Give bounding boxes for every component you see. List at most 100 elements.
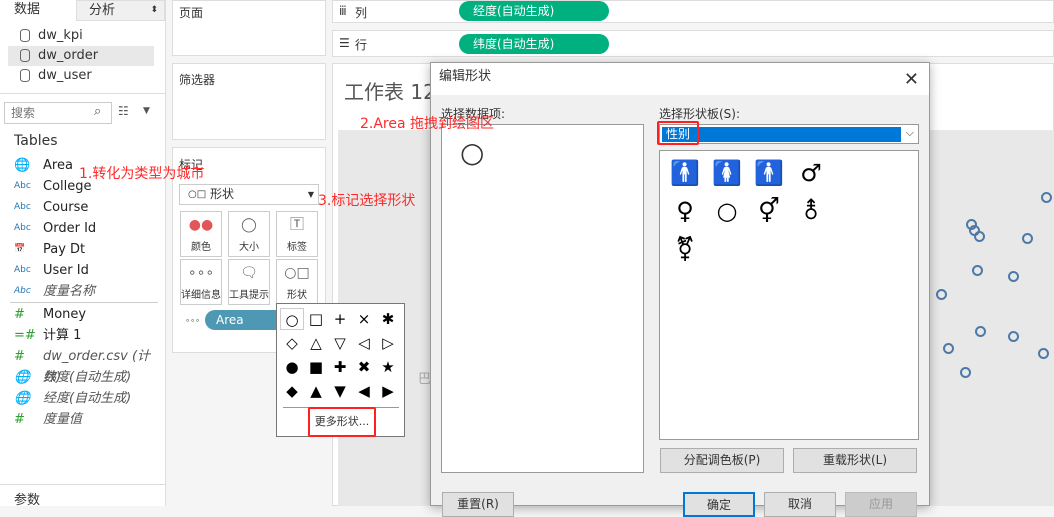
field-item[interactable]: 🌐 纬度(自动生成) (0, 367, 160, 388)
label-icon: 🅃 (290, 217, 304, 233)
shape-option[interactable]: ▽ (328, 332, 352, 354)
field-item[interactable]: # dw_order.csv (计数) (0, 346, 160, 385)
palette-shape[interactable]: ♀ (670, 197, 700, 225)
number-type-icon: # (14, 307, 25, 322)
marks-color-button[interactable]: ●● 颜色 (180, 211, 222, 257)
field-item[interactable]: =# 计算 1 (0, 325, 160, 346)
map-point[interactable] (972, 265, 983, 276)
shape-option[interactable]: ■ (304, 356, 328, 378)
tab-data[interactable]: 数据 (0, 0, 75, 21)
field-label: 度量值 (43, 412, 83, 427)
datasource-item[interactable]: dw_user (8, 66, 154, 86)
annotation-2: 2.Area 拖拽到绘图区 (360, 116, 495, 132)
longitude-pill[interactable]: 经度(自动生成) (459, 1, 609, 21)
shape-option[interactable]: ✖ (352, 356, 376, 378)
palette-shape[interactable]: 🚹 (754, 159, 784, 187)
palette-shape[interactable]: ⚨ (796, 197, 826, 225)
palette-shapes[interactable]: 🚹 🚺 🚹 ♂ ♀ ○ ⚥ ⚨ ⚧ (659, 150, 919, 440)
marks-size-button[interactable]: ◯ 大小 (228, 211, 270, 257)
ok-button[interactable]: 确定 (683, 492, 755, 517)
map-point[interactable] (936, 289, 947, 300)
shape-option[interactable]: ▼ (328, 380, 352, 402)
columns-shelf: ⅲ 列 经度(自动生成) (332, 0, 1054, 23)
shape-option[interactable]: △ (304, 332, 328, 354)
shape-option[interactable]: □ (304, 308, 328, 330)
datasource-item[interactable]: dw_order (8, 46, 154, 66)
datasource-item[interactable]: dw_kpi (8, 26, 154, 46)
tab-analysis[interactable]: 分析 ⬍ (76, 0, 165, 21)
field-item[interactable]: 📅 Pay Dt (0, 239, 160, 260)
search-icon[interactable]: ⌕ (94, 104, 101, 119)
calendar-icon: 📅 (14, 244, 26, 254)
map-point[interactable] (1041, 192, 1052, 203)
shape-option[interactable]: ✱ (376, 308, 400, 330)
shape-option[interactable]: ◇ (280, 332, 304, 354)
field-item[interactable]: # 度量值 (0, 409, 160, 430)
marks-button-label: 工具提示 (229, 290, 269, 301)
field-item[interactable]: # Money (0, 304, 160, 325)
shape-option[interactable]: ★ (376, 356, 400, 378)
database-icon (20, 29, 30, 42)
field-item[interactable]: 🌐 经度(自动生成) (0, 388, 160, 409)
map-point[interactable] (1038, 348, 1049, 359)
latitude-pill[interactable]: 纬度(自动生成) (459, 34, 609, 54)
field-item[interactable]: Abc User Id (0, 260, 160, 281)
shape-option[interactable]: ● (280, 356, 304, 378)
palette-shape[interactable]: ○ (712, 197, 742, 225)
shape-option[interactable]: ▶ (376, 380, 400, 402)
shape-option[interactable]: ▲ (304, 380, 328, 402)
shape-option[interactable]: ▷ (376, 332, 400, 354)
field-label: Order Id (43, 221, 97, 236)
list-view-icon[interactable]: ☷ (118, 104, 129, 118)
shape-option[interactable]: + (328, 308, 352, 330)
size-icon: ◯ (241, 217, 257, 233)
reload-shapes-button[interactable]: 重载形状(L) (793, 448, 917, 473)
pages-shelf[interactable]: 页面 (172, 0, 326, 56)
item-shape-circle[interactable]: ○ (460, 139, 484, 167)
palette-shape[interactable]: 🚹 (670, 159, 700, 187)
field-item[interactable]: Abc 度量名称 (0, 281, 160, 302)
chevron-down-icon: ▼ (307, 190, 314, 199)
close-icon[interactable]: ✕ (904, 66, 919, 94)
filters-shelf[interactable]: 筛选器 (172, 63, 326, 140)
map-point[interactable] (974, 231, 985, 242)
shape-option[interactable]: ◀ (352, 380, 376, 402)
marks-shape-button[interactable]: ○□ 形状 (276, 259, 318, 305)
palette-shape[interactable]: ⚧ (670, 235, 700, 263)
marks-detail-button[interactable]: ∘∘∘ 详细信息 (180, 259, 222, 305)
more-shapes-button[interactable]: 更多形状... (308, 407, 376, 437)
shape-option[interactable]: ○ (280, 308, 304, 330)
mark-type-select[interactable]: ○□ 形状 ▼ (179, 184, 319, 205)
map-point[interactable] (1008, 271, 1019, 282)
datasource-label: dw_kpi (38, 28, 83, 43)
palette-shape[interactable]: 🚺 (712, 159, 742, 187)
chevron-down-icon[interactable]: ▼ (143, 106, 150, 116)
rows-shelf: ☰ 行 纬度(自动生成) (332, 30, 1054, 57)
reset-button[interactable]: 重置(R) (442, 492, 514, 517)
palette-shape[interactable]: ⚥ (754, 197, 784, 225)
map-point[interactable] (943, 343, 954, 354)
marks-tooltip-button[interactable]: 🗨 工具提示 (228, 259, 270, 305)
assign-palette-button[interactable]: 分配调色板(P) (660, 448, 784, 473)
map-point[interactable] (1022, 233, 1033, 244)
shape-option[interactable]: ◆ (280, 380, 304, 402)
shape-option[interactable]: ◁ (352, 332, 376, 354)
map-point[interactable] (1008, 331, 1019, 342)
shape-option[interactable]: × (352, 308, 376, 330)
tab-analysis-label: 分析 (89, 3, 116, 18)
palette-shape[interactable]: ♂ (796, 159, 826, 187)
cancel-button[interactable]: 取消 (764, 492, 836, 517)
number-type-icon: =# (14, 328, 36, 343)
marks-label-button[interactable]: 🅃 标签 (276, 211, 318, 257)
database-icon (20, 49, 30, 62)
data-item-list[interactable]: ○ (441, 124, 644, 473)
detail-icon: ∘∘∘ (185, 316, 201, 325)
field-label: Area (43, 158, 73, 173)
shape-option[interactable]: ✚ (328, 356, 352, 378)
field-label: 度量名称 (43, 284, 96, 299)
map-point[interactable] (975, 326, 986, 337)
field-item[interactable]: Abc Course (0, 197, 160, 218)
map-point[interactable] (960, 367, 971, 378)
field-item[interactable]: Abc Order Id (0, 218, 160, 239)
apply-button[interactable]: 应用 (845, 492, 917, 517)
